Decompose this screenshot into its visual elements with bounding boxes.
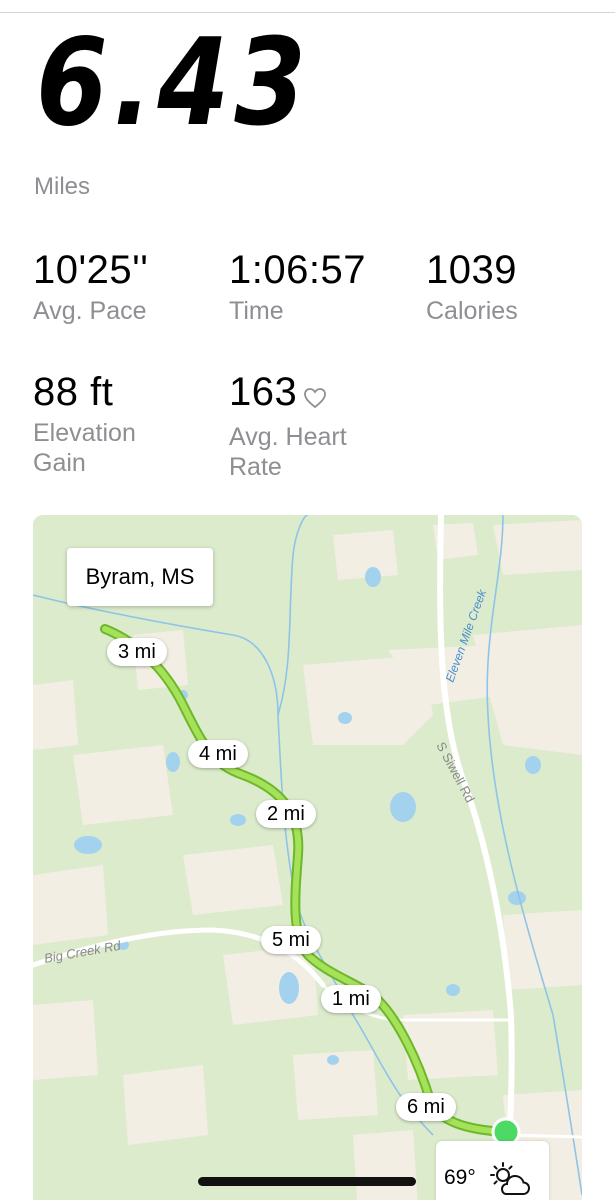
mile-marker-2: 2 mi xyxy=(256,800,316,828)
calories-label: Calories xyxy=(426,297,518,325)
route-map[interactable]: Big Creek Rd S Siwell Rd Eleven Mile Cre… xyxy=(33,515,582,1200)
time-stat: 1:06:57 Time xyxy=(229,250,366,326)
mile-marker-4: 4 mi xyxy=(188,740,248,768)
pace-label: Avg. Pace xyxy=(33,297,147,325)
heart-rate-label: Avg. Heart Rate xyxy=(229,422,347,482)
heart-rate-value: 163 xyxy=(229,370,298,414)
distance-unit: Miles xyxy=(34,173,91,200)
top-divider xyxy=(0,12,615,13)
weather-badge: 69° xyxy=(436,1141,549,1200)
calories-stat: 1039 Calories xyxy=(426,250,518,326)
mile-marker-5: 5 mi xyxy=(261,926,321,954)
place-callout: Byram, MS xyxy=(67,548,213,606)
heart-rate-label-line1: Avg. Heart xyxy=(229,423,347,451)
heart-rate-row: 163 xyxy=(229,372,347,416)
elevation-label-line1: Elevation xyxy=(33,419,136,447)
heart-rate-label-line2: Rate xyxy=(229,453,282,481)
map-canvas: Big Creek Rd S Siwell Rd Eleven Mile Cre… xyxy=(33,515,582,1200)
elevation-stat: 88 ft Elevation Gain xyxy=(33,372,136,478)
time-label: Time xyxy=(229,297,284,325)
pace-value: 10'25'' xyxy=(33,248,149,292)
pace-stat: 10'25'' Avg. Pace xyxy=(33,250,148,326)
mile-marker-1: 1 mi xyxy=(321,985,381,1013)
home-indicator[interactable] xyxy=(198,1177,416,1186)
elevation-label-line2: Gain xyxy=(33,449,86,477)
weather-temperature: 69° xyxy=(444,1166,476,1189)
heart-outline-icon xyxy=(303,376,327,416)
elevation-value: 88 ft xyxy=(33,370,114,414)
distance-value: 6.43 xyxy=(36,14,312,153)
heart-rate-stat: 163 Avg. Heart Rate xyxy=(229,372,347,482)
mile-marker-6: 6 mi xyxy=(396,1093,456,1121)
calories-value: 1039 xyxy=(426,248,517,292)
mile-marker-3: 3 mi xyxy=(107,638,167,666)
elevation-label: Elevation Gain xyxy=(33,418,136,478)
time-value: 1:06:57 xyxy=(229,248,366,292)
